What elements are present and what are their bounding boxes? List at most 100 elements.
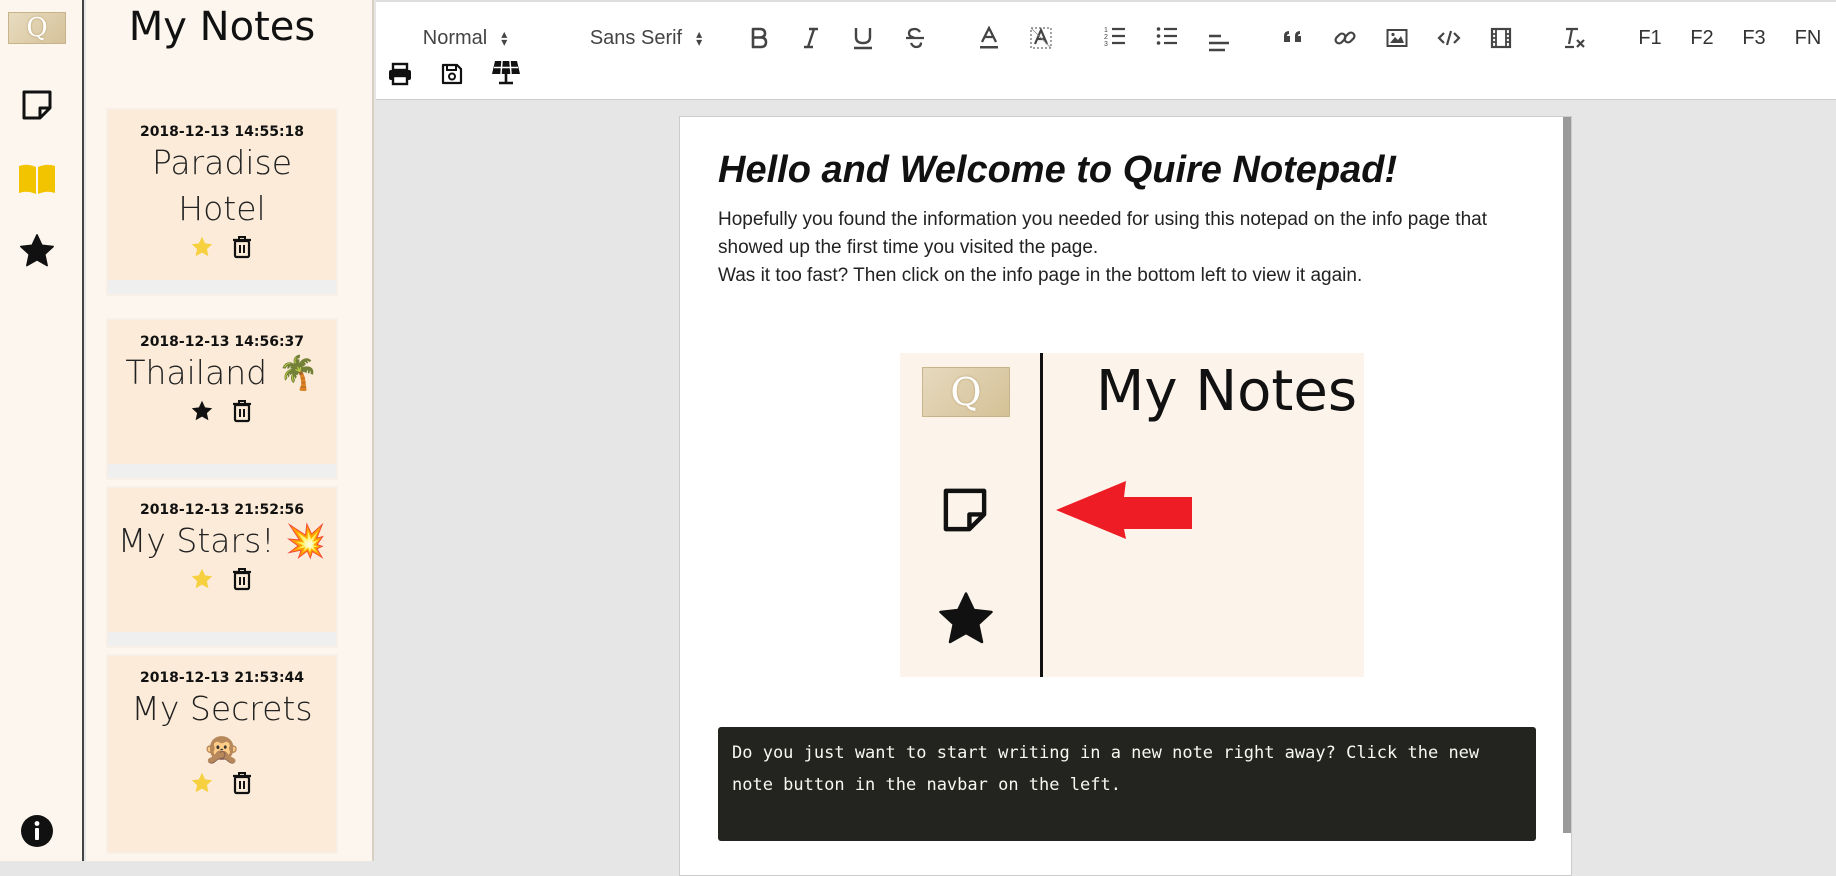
f3-button[interactable]: F3 [1736, 22, 1772, 54]
notes-panel-title: My Notes [128, 4, 316, 50]
monkey-emoji: 🙊 [203, 732, 241, 767]
star-icon [191, 772, 213, 793]
notes-panel: My Notes 2018-12-13 14:55:18 Paradise Ho… [86, 0, 374, 861]
star-icon [20, 234, 54, 267]
note-card[interactable]: 2018-12-13 21:52:56 My Stars! 💥 [106, 486, 338, 648]
f1-button[interactable]: F1 [1632, 22, 1668, 54]
star-icon [191, 236, 213, 257]
save-button[interactable] [436, 58, 468, 90]
video-icon [1490, 27, 1512, 49]
figure-title: My Notes [1096, 359, 1357, 424]
star-toggle-button[interactable] [189, 566, 215, 592]
link-button[interactable] [1330, 22, 1360, 54]
note-card[interactable]: 2018-12-13 14:56:37 Thailand 🌴 [106, 318, 338, 480]
note-date: 2018-12-13 14:55:18 [139, 124, 305, 140]
code-icon [1437, 30, 1461, 46]
select-caret-icon: ▴ ▾ [501, 27, 508, 49]
star-icon [939, 592, 993, 644]
text-color-icon [980, 26, 998, 49]
strikethrough-button[interactable] [900, 22, 930, 54]
document-paragraph-line: showed up the first time you visited the… [718, 237, 1099, 258]
image-button[interactable] [1382, 22, 1412, 54]
align-icon [1209, 34, 1229, 52]
document-paragraph-line: Hopefully you found the information you … [718, 209, 1487, 230]
link-icon [1334, 31, 1356, 45]
solar-panel-icon [492, 60, 520, 85]
note-date: 2018-12-13 21:52:56 [139, 502, 305, 518]
note-date: 2018-12-13 14:56:37 [139, 334, 305, 350]
underline-icon [854, 28, 872, 50]
video-button[interactable] [1486, 22, 1516, 54]
star-icon [191, 568, 213, 589]
background-color-icon [1030, 27, 1052, 49]
text-color-button[interactable] [974, 22, 1004, 54]
info-icon [21, 815, 53, 847]
trash-icon [233, 772, 251, 795]
star-toggle-button[interactable] [189, 398, 215, 424]
note-title: My Stars! 💥 [117, 521, 327, 560]
clear-format-icon [1565, 27, 1585, 49]
new-note-icon [22, 90, 52, 120]
page-scrollbar[interactable] [1563, 117, 1571, 833]
starred-notes-button[interactable] [16, 230, 58, 272]
note-title: My Secrets [131, 689, 313, 728]
underline-button[interactable] [848, 22, 878, 54]
select-caret-icon: ▴ ▾ [696, 27, 703, 49]
bold-icon [751, 27, 768, 49]
save-icon [441, 63, 463, 85]
trash-icon [233, 400, 251, 423]
note-date: 2018-12-13 21:53:44 [139, 670, 305, 686]
note-card[interactable]: 2018-12-13 14:55:18 Paradise Hotel [106, 108, 338, 296]
f2-button[interactable]: F2 [1684, 22, 1720, 54]
svg-text:3: 3 [1104, 41, 1108, 48]
bullet-list-icon [1156, 27, 1177, 45]
my-notes-button[interactable] [16, 158, 58, 200]
align-button[interactable] [1204, 26, 1234, 58]
star-toggle-button[interactable] [189, 770, 215, 796]
note-title: Paradise Hotel [151, 143, 293, 228]
note-card[interactable]: 2018-12-13 21:53:44 My Secrets 🙊 [106, 654, 338, 854]
delete-note-button[interactable] [229, 770, 255, 796]
star-toggle-button[interactable] [189, 234, 215, 260]
ordered-list-button[interactable]: 123 [1100, 20, 1130, 52]
trash-icon [233, 568, 251, 591]
bullet-list-button[interactable] [1152, 20, 1182, 52]
bold-button[interactable] [744, 22, 774, 54]
strike-icon [906, 27, 924, 49]
code-button[interactable] [1434, 22, 1464, 54]
palm-tree-emoji: 🌴 [277, 353, 319, 392]
italic-icon [804, 27, 818, 49]
svg-text:2: 2 [1104, 34, 1108, 41]
figure-logo: Q [922, 367, 1010, 417]
document-paragraph-line: Was it too fast? Then click on the info … [718, 265, 1363, 286]
note-title: Thailand 🌴 [125, 353, 319, 392]
new-note-icon [943, 488, 987, 532]
delete-note-button[interactable] [229, 398, 255, 424]
blockquote-icon [1284, 31, 1301, 42]
app-logo[interactable]: Q [8, 12, 66, 44]
app-navbar: Q [0, 0, 84, 861]
clear-format-button[interactable] [1560, 22, 1590, 54]
info-button[interactable] [16, 810, 58, 852]
collision-emoji: 💥 [285, 521, 327, 560]
font-select[interactable]: Sans Serif ▴ ▾ [576, 22, 716, 54]
document-figure: Q My Notes [900, 353, 1364, 677]
background-color-button[interactable] [1026, 22, 1056, 54]
figure-divider [1040, 353, 1043, 677]
delete-note-button[interactable] [229, 234, 255, 260]
blockquote-button[interactable] [1278, 22, 1308, 54]
header-select[interactable]: Normal ▴ ▾ [400, 22, 530, 54]
editor-area[interactable]: Hello and Welcome to Quire Notepad! Hope… [376, 100, 1836, 876]
italic-button[interactable] [796, 22, 826, 54]
star-icon [191, 400, 213, 421]
ordered-list-icon: 123 [1104, 27, 1125, 48]
fn-button[interactable]: FN [1788, 22, 1828, 54]
book-icon [19, 164, 55, 194]
document-heading: Hello and Welcome to Quire Notepad! [718, 149, 1398, 191]
trash-icon [233, 236, 251, 259]
document-page[interactable]: Hello and Welcome to Quire Notepad! Hope… [679, 116, 1572, 876]
new-note-button[interactable] [16, 84, 58, 126]
delete-note-button[interactable] [229, 566, 255, 592]
solar-panel-button[interactable] [488, 56, 524, 88]
print-button[interactable] [384, 58, 416, 90]
